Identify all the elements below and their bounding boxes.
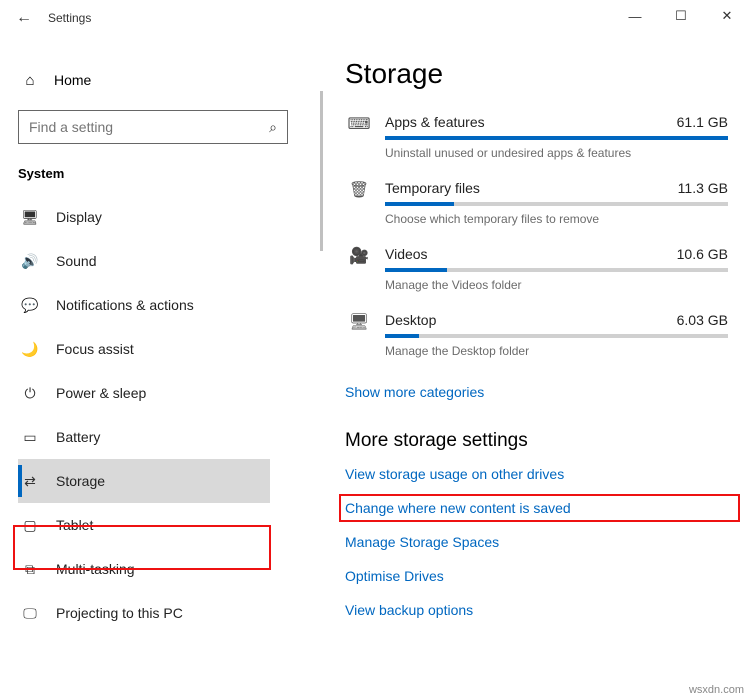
nav-icon: 🔊 [18, 253, 42, 270]
nav-icon: 🌙 [18, 341, 42, 358]
sidebar-item-power-sleep[interactable]: ⏻Power & sleep [18, 371, 320, 415]
close-button[interactable]: ✕ [704, 0, 750, 32]
storage-name: Desktop [385, 312, 436, 328]
sidebar-item-notifications-actions[interactable]: 💬Notifications & actions [18, 283, 320, 327]
sidebar-item-focus-assist[interactable]: 🌙Focus assist [18, 327, 320, 371]
search-icon: ⌕ [269, 119, 277, 136]
nav-icon: ▭ [18, 429, 42, 446]
storage-row-apps-features[interactable]: ⌨ Apps & features 61.1 GB Uninstall unused … [345, 114, 728, 160]
page-title: Storage [345, 58, 728, 90]
settings-link-optimise-drives[interactable]: Optimise Drives [345, 568, 728, 584]
settings-link-manage-storage-spaces[interactable]: Manage Storage Spaces [345, 534, 728, 550]
storage-name: Apps & features [385, 114, 485, 130]
storage-desc: Uninstall unused or undesired apps & fea… [385, 146, 728, 160]
nav-icon: ⧉ [18, 561, 42, 578]
nav-label: Projecting to this PC [42, 605, 183, 621]
home-icon: ⌂ [18, 72, 42, 89]
nav-icon: 🖵 [18, 605, 42, 622]
nav-label: Focus assist [42, 341, 134, 357]
back-button[interactable]: ← [4, 9, 44, 27]
storage-icon: ⌨ [345, 114, 373, 134]
maximize-button[interactable]: ☐ [658, 0, 704, 32]
nav-label: Power & sleep [42, 385, 146, 401]
storage-bar [385, 334, 728, 338]
settings-link-view-backup-options[interactable]: View backup options [345, 602, 728, 618]
storage-desc: Choose which temporary files to remove [385, 212, 728, 226]
home-nav[interactable]: ⌂ Home [18, 60, 320, 100]
nav-label: Battery [42, 429, 100, 445]
show-more-categories-link[interactable]: Show more categories [345, 384, 484, 400]
nav-label: Display [42, 209, 102, 225]
storage-icon: 🗑 [345, 180, 373, 200]
storage-bar [385, 136, 728, 140]
settings-link-change-where-new-content-is-saved[interactable]: Change where new content is saved [345, 500, 728, 516]
storage-size: 11.3 GB [678, 180, 728, 196]
more-settings-heading: More storage settings [345, 430, 728, 452]
nav-icon: 🖥 [18, 209, 42, 226]
storage-icon: 🎥 [345, 246, 373, 266]
nav-label: Storage [42, 473, 105, 489]
nav-icon: ▢ [18, 517, 42, 534]
storage-icon: 🖥 [345, 312, 373, 332]
minimize-button[interactable]: — [612, 0, 658, 32]
storage-size: 6.03 GB [677, 312, 728, 328]
storage-bar [385, 202, 728, 206]
sidebar-item-storage[interactable]: ⇄Storage [18, 459, 270, 503]
storage-row-desktop[interactable]: 🖥 Desktop 6.03 GB Manage the Desktop folder [345, 312, 728, 358]
settings-link-view-storage-usage-on-other-drives[interactable]: View storage usage on other drives [345, 466, 728, 482]
sidebar-item-multi-tasking[interactable]: ⧉Multi-tasking [18, 547, 320, 591]
storage-size: 61.1 GB [677, 114, 728, 130]
sidebar-item-sound[interactable]: 🔊Sound [18, 239, 320, 283]
home-label: Home [42, 72, 91, 88]
nav-icon: ⇄ [18, 473, 42, 490]
sidebar-item-battery[interactable]: ▭Battery [18, 415, 320, 459]
storage-name: Temporary files [385, 180, 480, 196]
storage-desc: Manage the Desktop folder [385, 344, 728, 358]
sidebar-item-tablet[interactable]: ▢Tablet [18, 503, 320, 547]
watermark: wsxdn.com [689, 684, 744, 696]
nav-label: Sound [42, 253, 96, 269]
sidebar-item-display[interactable]: 🖥Display [18, 195, 320, 239]
storage-row-temporary-files[interactable]: 🗑 Temporary files 11.3 GB Choose which temp… [345, 180, 728, 226]
storage-size: 10.6 GB [677, 246, 728, 262]
search-input[interactable] [29, 119, 269, 135]
sidebar-item-projecting-to-this-pc[interactable]: 🖵Projecting to this PC [18, 591, 320, 635]
nav-icon: ⏻ [18, 385, 42, 402]
storage-name: Videos [385, 246, 428, 262]
nav-label: Notifications & actions [42, 297, 194, 313]
storage-bar [385, 268, 728, 272]
nav-label: Multi-tasking [42, 561, 135, 577]
storage-desc: Manage the Videos folder [385, 278, 728, 292]
window-title: Settings [44, 11, 91, 25]
category-heading: System [18, 166, 320, 181]
search-box[interactable]: ⌕ [18, 110, 288, 144]
storage-row-videos[interactable]: 🎥 Videos 10.6 GB Manage the Videos folder [345, 246, 728, 292]
nav-label: Tablet [42, 517, 93, 533]
nav-icon: 💬 [18, 297, 42, 314]
